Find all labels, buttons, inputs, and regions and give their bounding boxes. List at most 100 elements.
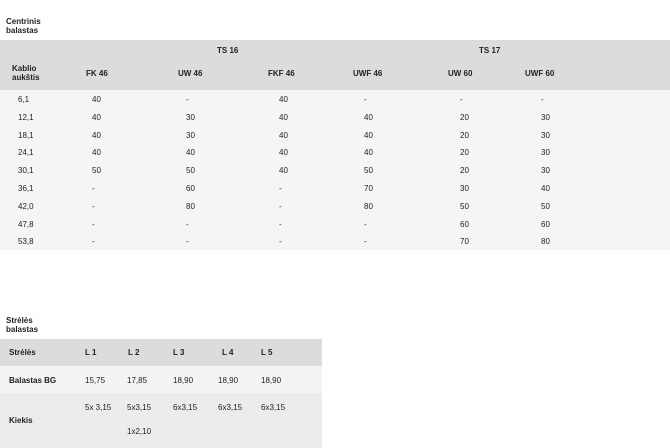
table-cell: 40 [186,148,195,158]
cell: 6x3,15 [173,403,198,412]
cell: 18,90 [218,376,239,385]
table-cell: - [92,201,95,211]
table-cell: 60 [460,219,469,229]
table-row: 12,1 40 30 40 40 20 30 [0,108,670,126]
table-cell: 30 [186,130,195,140]
hook-height-cell: 42,0 [18,201,34,211]
table-cell: - [460,95,463,104]
hook-height-cell: 53,8 [18,237,34,247]
table-cell: 80 [541,237,550,247]
table-cell: 50 [541,201,550,211]
table-cell: 20 [460,148,469,158]
header-l2: L 2 [128,348,140,357]
col-fkf46: FKF 46 [268,69,295,78]
cell: 6x3,15 [261,403,286,412]
boom-ballast-title: Strėlės balastas [6,316,39,334]
table-cell: 40 [92,130,101,140]
table-cell: 60 [541,219,550,229]
table-row: 24,1 40 40 40 40 20 30 [0,143,670,161]
table-cell: - [186,237,189,247]
hook-height-cell: 30,1 [18,166,34,176]
table-cell: 80 [364,201,373,211]
table-cell: 50 [92,166,101,176]
col-fk46: FK 46 [86,69,108,78]
table-cell: 50 [460,201,469,211]
table-row: 18,1 40 30 40 40 20 30 [0,126,670,144]
table-cell: 40 [92,148,101,158]
group-ts16: TS 16 [217,46,239,55]
row-label-balastas: Balastas BG [9,376,57,385]
col-uwf46: UWF 46 [353,69,383,78]
header-l5: L 5 [261,348,273,357]
table-row: 6,1 40 - 40 - - - [0,90,670,108]
hook-height-cell: 6,1 [18,95,30,104]
cell: 5x3,15 [127,403,152,412]
central-ballast-title: Centrinis balastas [6,17,41,35]
table-cell: 40 [279,112,288,122]
central-ballast-table: Kablio aukštis TS 16 TS 17 FK 46 UW 46 F… [0,40,670,250]
table-cell: - [364,237,367,247]
table-cell: 30 [186,112,195,122]
cell: 6x3,15 [218,403,243,412]
table-row: 42,0 - 80 - 80 50 50 [0,197,670,215]
table-cell: 20 [460,130,469,140]
header-l4: L 4 [222,348,234,357]
table-cell: 30 [541,130,550,140]
hook-height-cell: 47,8 [18,219,34,229]
table-cell: - [92,237,95,247]
table-cell: 50 [186,166,195,176]
table-row-kiekis: Kiekis 5x 3,15 5x3,15 6x3,15 6x3,15 6x3,… [0,393,322,448]
col-uw46: UW 46 [178,69,203,78]
table-cell: 40 [92,112,101,122]
table-cell: 30 [541,148,550,158]
table-cell: 60 [186,184,195,193]
table-cell: 40 [92,95,101,104]
table-cell: - [279,219,282,229]
col-uw60: UW 60 [448,69,473,78]
table-cell: 80 [186,201,195,211]
table-cell: 40 [541,184,550,193]
table-cell: 50 [364,166,373,176]
table-cell: 30 [541,112,550,122]
table-row: 53,8 - - - - 70 80 [0,232,670,250]
table-row: 30,1 50 50 40 50 20 30 [0,161,670,179]
cell: 18,90 [261,376,282,385]
table-cell: 40 [364,130,373,140]
table-cell: - [92,184,95,193]
table-cell: 20 [460,112,469,122]
table-body: 6,1 40-40- - -12,1 40 30 40 40 20 30 18,1 40 30 40 40 2… [0,90,670,250]
header-l1: L 1 [85,348,97,357]
table-cell: 40 [279,166,288,176]
table-cell: - [279,184,282,193]
cell: 18,90 [173,376,194,385]
table-cell: - [279,237,282,247]
group-ts17: TS 17 [479,46,501,55]
table-cell: 40 [364,112,373,122]
table-cell: 40 [279,130,288,140]
table-cell: 70 [460,237,469,247]
table-cell: - [541,95,544,104]
hook-height-cell: 12,1 [18,112,34,122]
table-cell: 20 [460,166,469,176]
cell: 1x2,10 [127,427,152,436]
table-cell: - [279,201,282,211]
table-cell: 30 [460,184,469,193]
table-row: 36,1 - 60 - 70 30 40 [0,179,670,197]
col-uwf60: UWF 60 [525,69,555,78]
table-cell: - [364,95,367,104]
table-cell: 40 [364,148,373,158]
table-cell: - [186,219,189,229]
table-cell: 40 [279,95,288,104]
header-streles: Strėlės [9,348,36,357]
table-cell: - [186,95,189,104]
hook-height-cell: 24,1 [18,148,34,158]
table-cell: 70 [364,184,373,193]
cell: 5x 3,15 [85,403,112,412]
table-cell: - [364,219,367,229]
cell: 15,75 [85,376,106,385]
table-row-balastas: Balastas BG 15,75 17,85 18,90 18,90 18,9… [0,366,322,393]
row-header-hook-height: Kablio aukštis [12,64,40,82]
header-l3: L 3 [173,348,185,357]
hook-height-cell: 36,1 [18,184,34,193]
table-cell: 30 [541,166,550,176]
